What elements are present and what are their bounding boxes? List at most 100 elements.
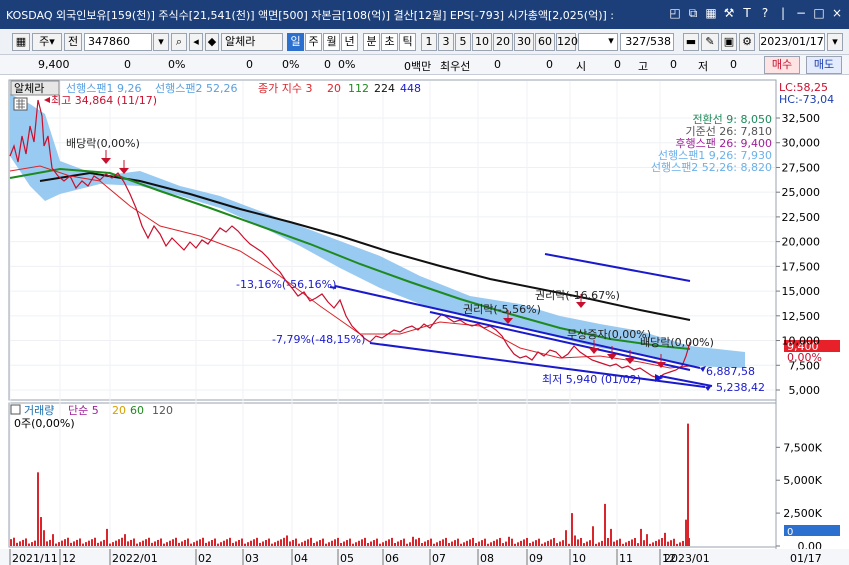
interval-60[interactable]: 60 bbox=[535, 33, 555, 51]
code-dropdown-icon[interactable]: ▾ bbox=[153, 33, 169, 51]
volume-bar bbox=[687, 423, 689, 546]
link-icon[interactable]: ⧉ bbox=[685, 5, 701, 21]
stock-code-input[interactable]: 347860 bbox=[84, 33, 152, 51]
save-icon[interactable]: ▣ bbox=[721, 33, 737, 51]
volume-bar bbox=[568, 543, 570, 546]
period-second[interactable]: 초 bbox=[381, 33, 398, 51]
volume-bar bbox=[400, 540, 402, 546]
volume-bar bbox=[19, 541, 21, 546]
quote-high-label: 고 bbox=[638, 60, 649, 73]
volume-bar bbox=[439, 540, 441, 546]
quote-value6: 0 bbox=[546, 58, 553, 71]
period-minute[interactable]: 분 bbox=[363, 33, 380, 51]
calendar-icon[interactable]: ▾ bbox=[827, 33, 843, 51]
date-tick-label: 10 bbox=[572, 552, 586, 565]
date-input[interactable]: 2023/01/17 bbox=[759, 33, 825, 51]
interval-120[interactable]: 120 bbox=[556, 33, 578, 51]
volume-bar bbox=[466, 540, 468, 546]
trendline-value-lower: 5,238,42 bbox=[716, 381, 765, 394]
volume-bar bbox=[79, 538, 81, 546]
volume-bar bbox=[586, 541, 588, 546]
volume-legend-ma20: 20 bbox=[112, 404, 126, 417]
search-icon[interactable]: ⌕ bbox=[171, 33, 187, 51]
volume-bar bbox=[421, 543, 423, 546]
draw-tool-icon[interactable]: ✎ bbox=[701, 33, 719, 51]
volume-bar bbox=[133, 538, 135, 546]
annotation-drop2: -7,79%(-48,15%) bbox=[272, 333, 365, 346]
close-icon[interactable]: × bbox=[829, 5, 845, 21]
stock-chart[interactable]: 알체라 선행스팬1 9,26 선행스팬2 52,26 종가 지수 3 20 11… bbox=[0, 76, 849, 565]
zoom-icon[interactable]: ▬ bbox=[683, 33, 699, 51]
volume-bar bbox=[247, 542, 249, 546]
period-week[interactable]: 주 bbox=[305, 33, 322, 51]
volume-bar bbox=[127, 541, 129, 546]
volume-bar bbox=[349, 538, 351, 546]
stock-name-field[interactable]: 알체라 bbox=[221, 33, 283, 51]
separator: | bbox=[780, 6, 786, 20]
volume-bar bbox=[415, 539, 417, 546]
annotation-free-rights: 무상증자(0,00%) bbox=[567, 328, 651, 341]
interval-3[interactable]: 3 bbox=[438, 33, 454, 51]
grid-icon[interactable]: ▦ bbox=[703, 5, 719, 21]
volume-panel-toggle-icon[interactable] bbox=[10, 404, 21, 415]
interval-1[interactable]: 1 bbox=[421, 33, 437, 51]
volume-bar bbox=[340, 542, 342, 546]
volume-bar bbox=[274, 542, 276, 546]
interval-20[interactable]: 20 bbox=[493, 33, 513, 51]
help-icon[interactable]: ? bbox=[757, 5, 773, 21]
volume-bar bbox=[616, 540, 618, 546]
speaker-icon[interactable]: ◂ bbox=[189, 33, 203, 51]
grid-menu-icon[interactable]: ▦ bbox=[12, 33, 30, 51]
buy-button[interactable]: 매수 bbox=[764, 56, 800, 74]
volume-bar bbox=[622, 543, 624, 546]
volume-bar bbox=[298, 543, 300, 546]
volume-bar bbox=[154, 541, 156, 546]
maximize-icon[interactable]: □ bbox=[811, 5, 827, 21]
volume-bar bbox=[214, 538, 216, 546]
volume-bar bbox=[163, 543, 165, 546]
volume-bar bbox=[31, 542, 33, 546]
volume-bar bbox=[325, 543, 327, 546]
minimize-icon[interactable]: − bbox=[793, 5, 809, 21]
volume-bar bbox=[58, 542, 60, 546]
volume-bar bbox=[403, 538, 405, 546]
volume-bar bbox=[226, 539, 228, 546]
tools-icon[interactable]: ⚒ bbox=[721, 5, 737, 21]
legend-stock-name: 알체라 bbox=[14, 81, 44, 95]
chart-type-select[interactable]: 주▾ bbox=[32, 33, 62, 51]
sell-button[interactable]: 매도 bbox=[806, 56, 842, 74]
interval-10[interactable]: 10 bbox=[472, 33, 492, 51]
favorite-icon[interactable]: ◆ bbox=[205, 33, 219, 51]
period-day[interactable]: 일 bbox=[287, 33, 304, 51]
volume-bar bbox=[556, 543, 558, 546]
text-icon[interactable]: T bbox=[739, 5, 755, 21]
volume-bar bbox=[469, 539, 471, 546]
quote-pct3: 0% bbox=[338, 58, 356, 71]
settings-icon[interactable]: ⚙ bbox=[739, 33, 755, 51]
volume-bar bbox=[397, 541, 399, 546]
volume-bar bbox=[100, 541, 102, 546]
interval-dropdown-icon[interactable]: ▾ bbox=[604, 33, 618, 51]
volume-bar bbox=[46, 541, 48, 546]
prev-button[interactable]: 전 bbox=[64, 33, 82, 51]
volume-bar bbox=[28, 543, 30, 546]
volume-bar bbox=[151, 542, 153, 546]
volume-bar bbox=[436, 542, 438, 546]
volume-bar bbox=[196, 540, 198, 546]
window-restore-icon[interactable]: ◰ bbox=[667, 5, 683, 21]
interval-5[interactable]: 5 bbox=[455, 33, 471, 51]
period-year[interactable]: 년 bbox=[341, 33, 358, 51]
volume-bar bbox=[385, 540, 387, 546]
count-input[interactable]: 327/538 bbox=[620, 33, 674, 51]
volume-bar bbox=[136, 543, 138, 546]
volume-bar bbox=[571, 513, 573, 546]
volume-bar bbox=[103, 539, 105, 546]
volume-bar bbox=[388, 539, 390, 546]
annotation-low: 최저 5,940 (01/02) bbox=[542, 373, 641, 386]
interval-30[interactable]: 30 bbox=[514, 33, 534, 51]
quote-value5: 0 bbox=[494, 58, 501, 71]
period-month[interactable]: 월 bbox=[323, 33, 340, 51]
volume-bar bbox=[169, 540, 171, 546]
volume-bar bbox=[232, 542, 234, 546]
period-tick[interactable]: 틱 bbox=[399, 33, 416, 51]
